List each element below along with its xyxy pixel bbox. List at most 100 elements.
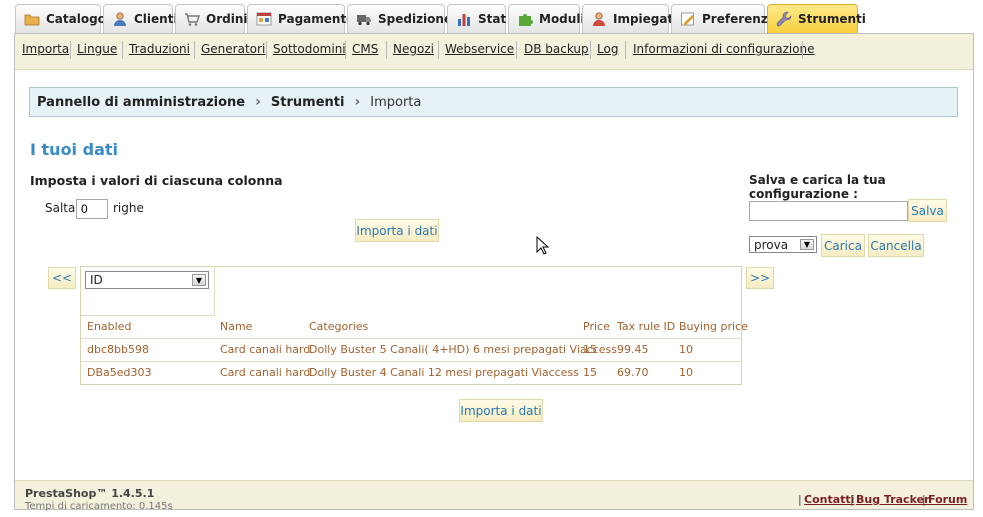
table-cell: Dolly Buster 5 Canali( 4+HD) 6 mesi prep… [309, 343, 617, 356]
bar-chart-icon [458, 14, 470, 26]
mouse-cursor-icon [536, 236, 550, 255]
tab-catalogo[interactable]: Catalogo [15, 4, 106, 33]
table-cell: Card canali hard [220, 343, 311, 356]
wrench-icon [776, 11, 792, 27]
tab-label: Ordini [206, 12, 248, 26]
tab-moduli[interactable]: Moduli [508, 4, 585, 33]
breadcrumb-chevron-icon: › [354, 94, 361, 110]
breadcrumb: Pannello di amministrazione › Strumenti … [29, 87, 958, 117]
tab-label: Catalogo [46, 12, 106, 26]
footer-version: PrestaShop™ 1.4.5.1 [25, 487, 155, 500]
tab-preferenze[interactable]: Preferenze [671, 4, 776, 33]
config-heading: Salva e carica la tua configurazione : [749, 173, 886, 201]
column-header: Price [583, 320, 610, 333]
breadcrumb-section[interactable]: Strumenti [271, 95, 345, 110]
rows-label: righe [113, 201, 144, 215]
subnav-cms[interactable]: CMS [352, 42, 378, 56]
save-config-button[interactable]: Salva [908, 199, 947, 222]
tab-label: Strumenti [798, 12, 866, 26]
footer-separator: | [798, 493, 802, 506]
tab-stat[interactable]: Stat [447, 4, 506, 33]
subnav-separator [345, 41, 346, 59]
folder-icon [24, 14, 40, 26]
footer-separator: | [850, 493, 854, 506]
table-cell: 99.45 [617, 343, 649, 356]
main-tab-bar: Catalogo Clienti Ordini Pagamento Spediz… [0, 0, 983, 35]
config-select[interactable]: prova ▼ [749, 236, 817, 253]
skip-label: Salta [45, 201, 76, 215]
subnav-separator [438, 41, 439, 59]
subnav-informazioni-configurazione[interactable]: Informazioni di configurazione [633, 42, 815, 56]
subnav-db-backup[interactable]: DB backup [524, 42, 589, 56]
user-icon [114, 12, 126, 26]
tab-pagamento[interactable]: Pagamento [247, 4, 354, 33]
subnav-separator [625, 41, 626, 59]
column-header: Name [220, 320, 253, 333]
subnav-log[interactable]: Log [597, 42, 618, 56]
tab-spedizione[interactable]: Spedizione [347, 4, 452, 33]
subnav-separator [194, 41, 195, 59]
puzzle-icon [519, 14, 533, 26]
truck-icon [357, 15, 371, 26]
page-title: I tuoi dati [30, 140, 118, 159]
import-data-button-top[interactable]: Importa i dati [355, 219, 439, 242]
table-cell: 10 [679, 343, 693, 356]
subnav-webservice[interactable]: Webservice [445, 42, 514, 56]
table-cell: 10 [679, 366, 693, 379]
subnav-separator [122, 41, 123, 59]
config-name-input[interactable] [749, 201, 908, 221]
previous-columns-button[interactable]: << [48, 267, 76, 289]
footer-load-time: Tempi di caricamento: 0.145s [25, 501, 173, 512]
tab-ordini[interactable]: Ordini [175, 4, 248, 33]
table-cell: 15 [583, 366, 597, 379]
footer-separator: | [922, 493, 926, 506]
subnav-separator [590, 41, 591, 59]
load-config-button[interactable]: Carica [821, 234, 865, 257]
column-selector-cell [81, 266, 215, 316]
cart-icon [185, 13, 200, 26]
chevron-down-icon: ▼ [800, 239, 814, 250]
subnav-importa[interactable]: Importa [22, 42, 69, 56]
tab-label: Clienti [134, 12, 178, 26]
subnav-separator [516, 41, 517, 59]
footer-link-contatti[interactable]: Contatti [804, 493, 854, 506]
import-data-button-bottom[interactable]: Importa i dati [459, 399, 543, 422]
breadcrumb-current: Importa [370, 94, 422, 110]
tab-strumenti[interactable]: Strumenti [767, 4, 866, 33]
subnav-separator [70, 41, 71, 59]
column-header: Tax rule ID [617, 320, 676, 333]
breadcrumb-chevron-icon: › [255, 94, 261, 110]
table-divider [81, 338, 741, 339]
skip-rows-input[interactable] [76, 199, 108, 219]
subnav-separator [386, 41, 387, 59]
table-cell: dbc8bb598 [87, 343, 149, 356]
table-cell: 69.70 [617, 366, 649, 379]
next-columns-button[interactable]: >> [746, 267, 774, 289]
table-cell: Dolly Buster 4 Canali 12 mesi prepagati … [309, 366, 579, 379]
column-header: Buying price [679, 320, 748, 333]
subnav-separator [802, 41, 803, 59]
tab-label: Preferenze [702, 12, 776, 26]
subnav-generatori[interactable]: Generatori [201, 42, 265, 56]
column-header: Categories [309, 320, 369, 333]
table-cell: 15 [583, 343, 597, 356]
config-select-value: prova [754, 237, 789, 252]
breadcrumb-root[interactable]: Pannello di amministrazione [37, 95, 245, 110]
subnav-sottodomini[interactable]: Sottodomini [273, 42, 346, 56]
table-cell: Card canali hard [220, 366, 311, 379]
tab-clienti[interactable]: Clienti [103, 4, 178, 33]
table-divider [81, 315, 215, 316]
tab-label: Impiegati [613, 12, 678, 26]
tab-label: Spedizione [378, 12, 453, 26]
table-divider [81, 361, 741, 362]
footer-link-bug-tracker[interactable]: Bug Tracker [856, 493, 930, 506]
delete-config-button[interactable]: Cancella [868, 234, 924, 257]
footer-link-forum[interactable]: Forum [928, 493, 967, 506]
subnav-traduzioni[interactable]: Traduzioni [129, 42, 190, 56]
subnav-negozi[interactable]: Negozi [393, 42, 434, 56]
tab-label: Pagamento [278, 12, 355, 26]
payment-icon [256, 12, 272, 26]
subnav-lingue[interactable]: Lingue [77, 42, 117, 56]
tab-impiegati[interactable]: Impiegati [582, 4, 677, 33]
tab-label: Moduli [539, 12, 585, 26]
